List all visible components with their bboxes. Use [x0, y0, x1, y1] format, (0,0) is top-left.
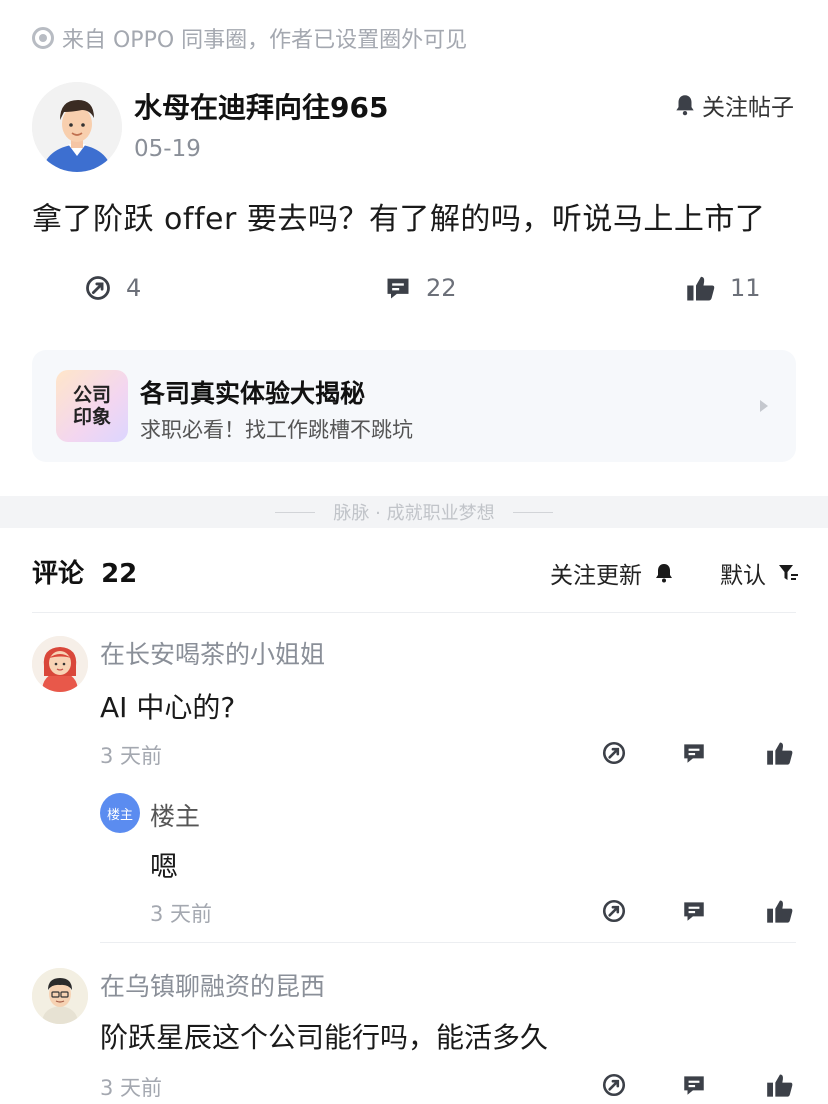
- comment-time: 3 天前: [100, 1076, 163, 1100]
- reply-text: 嗯: [150, 850, 179, 883]
- sort-label: 默认: [720, 563, 766, 589]
- share-icon: [602, 899, 626, 923]
- share-icon: [602, 1073, 626, 1097]
- comment-share-button[interactable]: [600, 1071, 628, 1099]
- follow-post-button[interactable]: 关注帖子: [672, 88, 794, 122]
- comment-stat[interactable]: 22: [384, 274, 457, 302]
- share-stat[interactable]: 4: [84, 274, 141, 302]
- divider-text: 脉脉 · 成就职业梦想: [333, 503, 495, 524]
- promo-logo-line2: 印象: [72, 406, 111, 428]
- comment-text: AI 中心的?: [100, 691, 236, 724]
- company-impression-logo: 公司 印象: [56, 370, 128, 442]
- comment-time: 3 天前: [100, 744, 163, 768]
- comments-title: 评论 22: [32, 553, 137, 590]
- comment-icon: [684, 1076, 704, 1095]
- sort-button[interactable]: 默认: [720, 556, 800, 590]
- share-icon: [602, 741, 626, 765]
- promo-logo-line1: 公司: [72, 384, 111, 406]
- post-text: 拿了阶跃 offer 要去吗？有了解的吗，听说马上上市了: [32, 202, 766, 237]
- promo-subtitle: 求职必看！找工作跳槽不跳坑: [140, 418, 413, 442]
- comment-icon: [684, 902, 704, 921]
- promo-title: 各司真实体验大揭秘: [140, 379, 366, 408]
- source-notice-text: 来自 OPPO 同事圈，作者已设置圈外可见: [62, 28, 468, 53]
- source-notice: 来自 OPPO 同事圈，作者已设置圈外可见: [32, 22, 467, 54]
- comment-like-button[interactable]: [766, 739, 794, 767]
- commenter-avatar[interactable]: [32, 968, 88, 1024]
- reply-reply-button[interactable]: [680, 897, 708, 925]
- section-divider: 脉脉 · 成就职业梦想: [0, 496, 828, 528]
- op-avatar-badge[interactable]: 楼主: [100, 793, 140, 833]
- like-stat[interactable]: 11: [686, 274, 761, 302]
- comment-text: 阶跃星辰这个公司能行吗，能活多久: [100, 1021, 549, 1054]
- commenter-name[interactable]: 在长安喝茶的小姐姐: [100, 635, 325, 671]
- comments-label: 评论: [32, 559, 85, 589]
- post-date: 05-19: [134, 136, 201, 162]
- bell-icon: [656, 564, 672, 583]
- promo-card[interactable]: 公司 印象 各司真实体验大揭秘 求职必看！找工作跳槽不跳坑: [32, 350, 796, 462]
- comment-icon: [387, 278, 409, 299]
- author-avatar[interactable]: [32, 82, 122, 172]
- bell-icon: [676, 95, 694, 116]
- share-count: 4: [126, 274, 142, 302]
- header-divider: [32, 612, 796, 613]
- comment-like-button[interactable]: [766, 1071, 794, 1099]
- comment-count: 22: [426, 274, 457, 302]
- author-name[interactable]: 水母在迪拜向往965: [134, 86, 388, 126]
- thumbs-up-icon: [687, 276, 715, 301]
- comment-divider: [100, 942, 796, 943]
- like-count: 11: [730, 274, 761, 302]
- avatar-illustration: [32, 636, 88, 692]
- comment-icon: [684, 744, 704, 763]
- follow-updates-label: 关注更新: [550, 563, 642, 589]
- divider-line-left: [275, 511, 316, 513]
- comment-reply-button[interactable]: [680, 739, 708, 767]
- reply-share-button[interactable]: [600, 897, 628, 925]
- op-badge-label: 楼主: [106, 807, 133, 823]
- commenter-name[interactable]: 在乌镇聊融资的昆西: [100, 967, 325, 1003]
- comment-share-button[interactable]: [600, 739, 628, 767]
- filter-icon: [779, 565, 798, 580]
- follow-post-label: 关注帖子: [702, 95, 794, 121]
- circle-icon: [32, 27, 54, 49]
- reply-author-name[interactable]: 楼主: [150, 797, 200, 833]
- commenter-avatar[interactable]: [32, 636, 88, 692]
- divider-line-right: [512, 511, 553, 513]
- thumbs-up-icon: [767, 900, 793, 923]
- avatar-illustration: [32, 82, 122, 172]
- reply-like-button[interactable]: [766, 897, 794, 925]
- follow-updates-button[interactable]: 关注更新: [550, 556, 676, 590]
- comments-count: 22: [101, 559, 138, 589]
- share-icon: [86, 276, 110, 300]
- reply-time: 3 天前: [150, 902, 213, 926]
- avatar-illustration: [32, 968, 88, 1024]
- chevron-right-icon: [760, 400, 768, 412]
- thumbs-up-icon: [767, 742, 793, 765]
- thumbs-up-icon: [767, 1074, 793, 1097]
- comment-reply-button[interactable]: [680, 1071, 708, 1099]
